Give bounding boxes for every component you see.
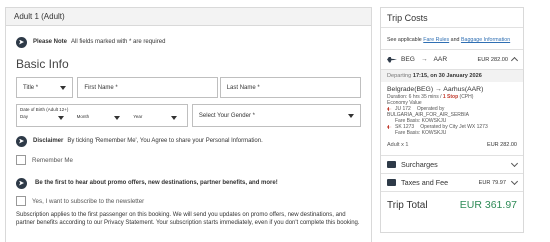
city-pair: Belgrade(BEG) → Aarhus(AAR) bbox=[387, 86, 484, 93]
section-title-basic-info: Basic Info bbox=[16, 57, 69, 71]
chevron-down-icon bbox=[348, 114, 354, 118]
chevron-down-icon bbox=[510, 159, 519, 167]
fare-rules-link[interactable]: Fare Rules bbox=[423, 37, 449, 43]
route-summary-toggle[interactable]: BEG → AAR EUR 282.00 bbox=[381, 50, 523, 70]
disclaimer-row: Disclaimer By ticking 'Remember Me', You… bbox=[6, 130, 371, 152]
fare-links-row: See applicable Fare Rules and Baggage In… bbox=[381, 28, 523, 50]
remember-me-checkbox[interactable] bbox=[16, 155, 26, 165]
trip-costs-title: Trip Costs bbox=[381, 8, 523, 28]
taxes-value: EUR 79.97 bbox=[478, 179, 506, 186]
passenger-header: Adult 1 (Adult) bbox=[6, 8, 371, 26]
departing-bar: Departing 17:15, on 30 January 2026 bbox=[381, 70, 523, 82]
subscription-disclaimer: Subscription applies to the first passen… bbox=[16, 212, 360, 226]
taxes-toggle[interactable]: Taxes and Fee EUR 79.97 bbox=[381, 174, 523, 192]
destination-code: AAR bbox=[433, 56, 448, 63]
chevron-down-icon bbox=[57, 116, 64, 120]
remember-me-row[interactable]: Remember Me bbox=[6, 155, 371, 165]
departing-time: 17:15, on 30 January 2026 bbox=[412, 73, 482, 79]
chevron-down-icon bbox=[170, 116, 177, 120]
arrow-right-icon: → bbox=[420, 56, 428, 63]
trip-total-value: EUR 361.97 bbox=[459, 199, 517, 211]
dob-month-select[interactable]: Month bbox=[74, 105, 131, 126]
airplane-icon bbox=[387, 107, 392, 111]
airplane-icon bbox=[387, 125, 392, 129]
disclaimer-text: By ticking 'Remember Me', You Agree to s… bbox=[67, 138, 263, 144]
route-price: EUR 282.00 bbox=[477, 56, 508, 63]
adult-fare-row: Adult x 1 EUR 282.00 bbox=[381, 136, 523, 156]
chevron-down-icon bbox=[114, 116, 121, 120]
origin-code: BEG bbox=[401, 56, 415, 63]
chevron-up-icon bbox=[510, 56, 519, 65]
trip-total-row: Trip Total EUR 361.97 bbox=[381, 192, 523, 218]
subscribe-label: Yes, I want to subscribe to the newslett… bbox=[32, 197, 145, 205]
disclaimer-label: Disclaimer bbox=[33, 138, 64, 144]
surcharge-icon bbox=[387, 161, 396, 168]
title-select[interactable]: Title * bbox=[16, 77, 74, 98]
trip-costs-panel: Trip Costs See applicable Fare Rules and… bbox=[380, 7, 524, 233]
baggage-info-link[interactable]: Baggage Information bbox=[461, 37, 510, 43]
chevron-down-icon bbox=[60, 86, 67, 90]
info-icon bbox=[16, 177, 27, 189]
gender-select[interactable]: Select Your Gender * bbox=[191, 104, 361, 127]
last-name-field[interactable]: Last Name * bbox=[219, 77, 361, 98]
info-icon bbox=[16, 36, 27, 48]
passenger-form-panel: Adult 1 (Adult) Please Note All fields m… bbox=[5, 7, 372, 242]
chevron-down-icon bbox=[510, 177, 519, 185]
remember-me-label: Remember Me bbox=[32, 156, 73, 164]
required-note: Please Note All fields marked with * are… bbox=[6, 31, 371, 53]
taxes-icon bbox=[387, 179, 396, 186]
airplane-icon bbox=[387, 56, 397, 63]
promo-heading-row: Be the first to hear about promo offers,… bbox=[6, 172, 371, 194]
promo-heading: Be the first to hear about promo offers,… bbox=[35, 180, 278, 186]
subscribe-checkbox[interactable] bbox=[16, 196, 26, 206]
trip-total-label: Trip Total bbox=[387, 199, 428, 211]
stops-count: 1 Stop bbox=[442, 94, 459, 100]
info-icon bbox=[16, 135, 27, 147]
dob-day-select[interactable]: Day bbox=[17, 105, 74, 126]
surcharges-toggle[interactable]: Surcharges bbox=[381, 156, 523, 174]
dob-year-select[interactable]: Year bbox=[130, 105, 187, 126]
note-text: All fields marked with * are required bbox=[71, 39, 166, 45]
flight-detail: Belgrade(BEG) → Aarhus(AAR) Duration: 6 … bbox=[381, 82, 523, 136]
note-label: Please Note bbox=[33, 39, 68, 45]
date-of-birth-group: Date of Birth (Adult 12+) Day Month Year bbox=[16, 104, 188, 127]
subscribe-row[interactable]: Yes, I want to subscribe to the newslett… bbox=[6, 196, 371, 206]
first-name-field[interactable]: First Name * bbox=[77, 77, 218, 98]
